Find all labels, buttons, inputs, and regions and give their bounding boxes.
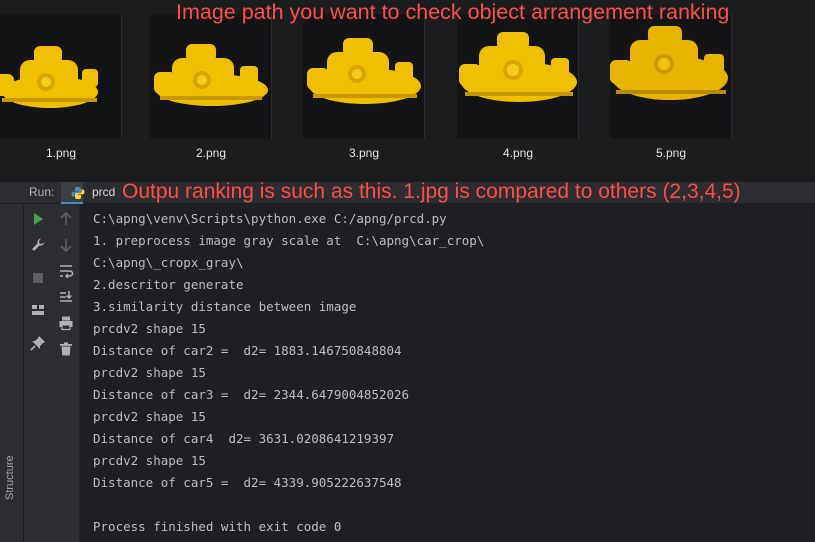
thumbnail-label: 5.png: [655, 146, 687, 160]
console-line: prcdv2 shape 15: [93, 409, 206, 424]
arrow-down-icon: [60, 239, 72, 253]
console-line: prcdv2 shape 15: [93, 321, 206, 336]
console-line: Distance of car5 = d2= 4339.905222637548: [93, 475, 402, 490]
run-toolbar-primary: [24, 204, 52, 542]
thumbnail-3[interactable]: 3.png: [303, 14, 425, 166]
soft-wrap-icon: [60, 265, 74, 279]
print-button[interactable]: [57, 314, 75, 332]
console-line: Distance of car2 = d2= 1883.146750848804: [93, 343, 402, 358]
pin-tab-button[interactable]: [29, 334, 47, 352]
python-icon: [71, 187, 85, 199]
restore-layout-button[interactable]: [29, 301, 47, 319]
thumbnail-2[interactable]: 2.png: [150, 14, 272, 166]
console-line: Distance of car4 d2= 3631.0208641219397: [93, 431, 395, 446]
run-label: Run:: [29, 185, 55, 199]
toy-boat-image: [610, 14, 732, 139]
printer-icon: [59, 316, 73, 331]
pin-icon: [30, 336, 45, 351]
console-line: C:\apng\venv\Scripts\python.exe C:/apng/…: [93, 211, 447, 226]
structure-tab[interactable]: Structure: [4, 455, 16, 500]
scroll-to-end-button[interactable]: [57, 288, 75, 306]
play-icon: [34, 213, 43, 225]
console-line: prcdv2 shape 15: [93, 453, 206, 468]
thumbnail-1[interactable]: 1.png: [0, 14, 122, 166]
modify-run-configuration-button[interactable]: [29, 236, 47, 254]
layout-icon: [32, 305, 44, 315]
thumbnail-4[interactable]: 4.png: [457, 14, 579, 166]
thumbnail-label: 1.png: [45, 146, 77, 160]
console-line: C:\apng\_cropx_gray\: [93, 255, 244, 270]
console-line: prcdv2 shape 15: [93, 365, 206, 380]
toy-boat-image: [303, 14, 425, 139]
run-annotation-text: Outpu ranking is such as this. 1.jpg is …: [122, 180, 741, 203]
console-line: Process finished with exit code 0: [93, 519, 342, 534]
thumbnail-5[interactable]: 5.png: [610, 14, 732, 166]
stop-button[interactable]: [29, 269, 47, 287]
thumbnail-label: 2.png: [195, 146, 227, 160]
console-line: Distance of car3 = d2= 2344.647900485202…: [93, 387, 410, 402]
top-annotation-text: Image path you want to check object arra…: [176, 0, 730, 24]
toy-boat-image: [457, 14, 579, 139]
soft-wrap-button[interactable]: [57, 262, 75, 280]
thumbnail-label: 3.png: [348, 146, 380, 160]
image-thumbnail-strip: 1.png 2.png 3.png 4.png 5.png Image path…: [0, 0, 815, 182]
console-line: 2.descritor generate: [93, 277, 244, 292]
scroll-to-end-icon: [60, 291, 73, 302]
console-line: 3.similarity distance between image: [93, 299, 357, 314]
thumbnail-label: 4.png: [502, 146, 534, 160]
trash-icon: [60, 342, 72, 356]
arrow-up-icon: [60, 211, 72, 225]
toy-boat-image: [0, 14, 122, 139]
run-tab-label: prcd: [92, 185, 116, 199]
rerun-button[interactable]: [29, 210, 47, 228]
clear-all-button[interactable]: [57, 340, 75, 358]
previous-occurrence-button[interactable]: [57, 210, 75, 228]
run-toolbar-secondary: [52, 204, 80, 542]
next-occurrence-button[interactable]: [57, 236, 75, 254]
console-line: 1. preprocess image gray scale at C:\apn…: [93, 233, 485, 248]
wrench-icon: [32, 238, 45, 251]
toy-boat-image: [150, 14, 272, 139]
run-tab-prcd[interactable]: prcd: [61, 182, 115, 204]
console-output[interactable]: C:\apng\venv\Scripts\python.exe C:/apng/…: [81, 204, 815, 542]
stop-icon: [33, 273, 43, 283]
